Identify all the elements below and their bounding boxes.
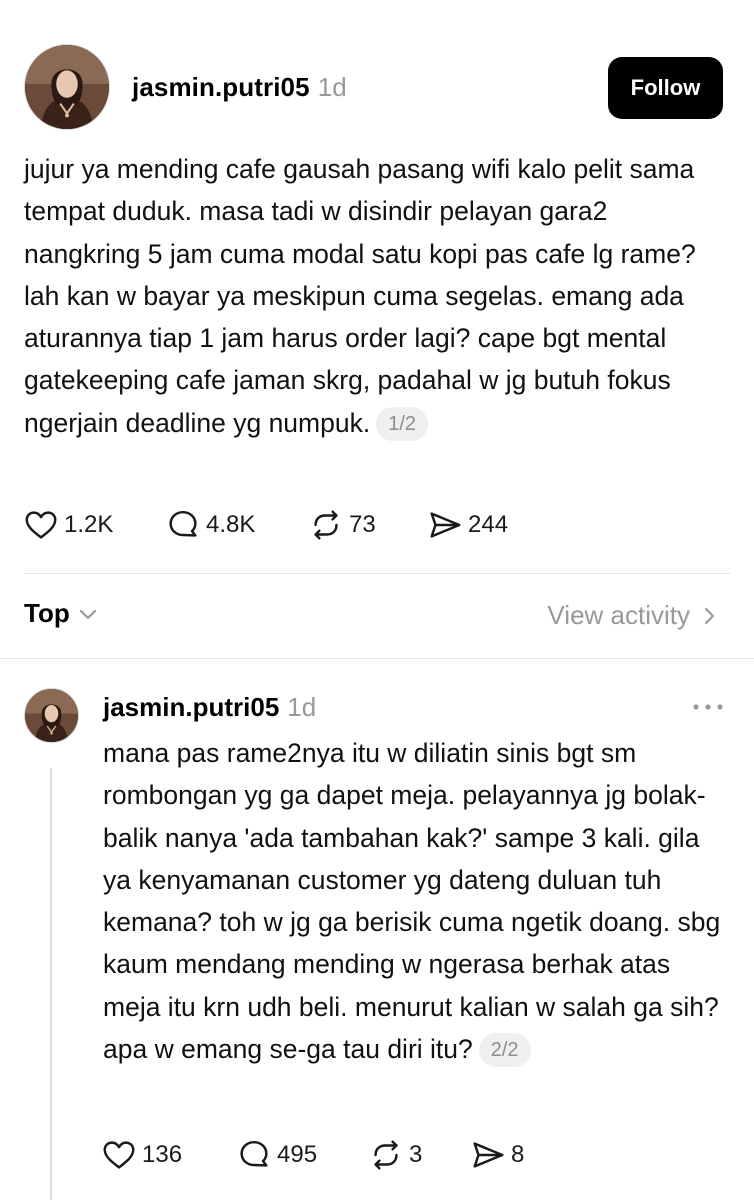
repost-button[interactable]: 73	[307, 506, 426, 544]
repost-count: 3	[409, 1141, 423, 1168]
username[interactable]: jasmin.putri05	[132, 72, 310, 102]
like-count: 1.2K	[64, 511, 114, 538]
comment-icon	[240, 1140, 268, 1167]
thread-page-badge: 1/2	[376, 406, 429, 441]
more-icon[interactable]	[692, 703, 724, 711]
share-button[interactable]: 8	[469, 1136, 524, 1174]
post-body: jujur ya mending cafe gausah pasang wifi…	[24, 148, 724, 444]
chevron-right-icon	[704, 607, 715, 624]
view-activity-label: View activity	[547, 600, 690, 630]
share-icon	[430, 512, 461, 538]
profile-photo	[25, 689, 78, 742]
reply-text: mana pas rame2nya itu w diliatin sinis b…	[103, 738, 721, 1065]
divider	[24, 573, 730, 574]
sort-label: Top	[24, 598, 70, 628]
reply-button[interactable]: 4.8K	[164, 506, 307, 544]
follow-button[interactable]: Follow	[608, 57, 723, 119]
like-count: 136	[142, 1141, 183, 1168]
repost-count: 73	[349, 511, 376, 538]
post-time: 1d	[287, 692, 317, 722]
repost-icon	[314, 510, 338, 540]
post-actions: 1.2K 4.8K 73 244	[22, 506, 508, 544]
divider	[0, 658, 754, 659]
heart-icon	[25, 511, 57, 539]
avatar[interactable]	[24, 688, 79, 743]
share-count: 8	[511, 1141, 525, 1168]
like-button[interactable]: 136	[100, 1136, 235, 1174]
reply-count: 495	[277, 1141, 318, 1168]
threads-post-screen: jasmin.putri05 1d Follow jujur ya mending…	[0, 0, 754, 1200]
share-icon	[473, 1142, 504, 1168]
post-time: 1d	[317, 72, 347, 102]
thread-line	[50, 768, 52, 1200]
like-button[interactable]: 1.2K	[22, 506, 164, 544]
heart-icon	[103, 1141, 135, 1169]
view-activity-link[interactable]: View activity	[547, 600, 720, 631]
thread-page-badge: 2/2	[478, 1033, 531, 1068]
chevron-down-icon	[79, 609, 96, 619]
repost-button[interactable]: 3	[367, 1136, 469, 1174]
profile-photo	[25, 45, 109, 129]
share-button[interactable]: 244	[426, 506, 508, 544]
sort-dropdown[interactable]: Top	[24, 598, 100, 629]
share-count: 244	[468, 511, 509, 538]
repost-icon	[374, 1140, 398, 1170]
avatar[interactable]	[24, 44, 110, 130]
reply-count: 4.8K	[206, 511, 256, 538]
username[interactable]: jasmin.putri05	[103, 692, 279, 722]
comment-icon	[169, 510, 197, 537]
reply-body: mana pas rame2nya itu w diliatin sinis b…	[103, 732, 733, 1070]
post-text: jujur ya mending cafe gausah pasang wifi…	[24, 154, 696, 438]
reply-button[interactable]: 495	[235, 1136, 367, 1174]
reply-actions: 136 495 3 8	[100, 1136, 524, 1174]
